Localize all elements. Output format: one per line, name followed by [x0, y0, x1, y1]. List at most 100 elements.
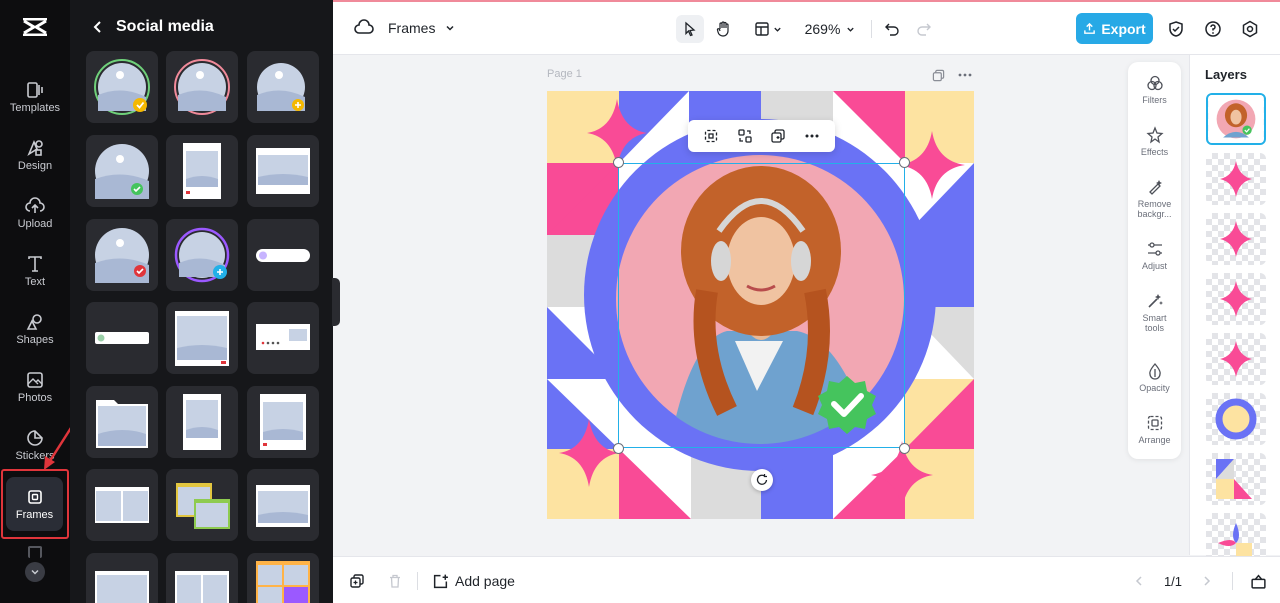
panel-header: Social media: [90, 18, 214, 36]
select-tool-button[interactable]: [676, 15, 704, 43]
tool-arrange[interactable]: Arrange: [1128, 414, 1181, 445]
frame-thumbnail[interactable]: [166, 469, 238, 541]
rail-item-upload[interactable]: Upload: [0, 196, 70, 252]
resize-handle[interactable]: [899, 157, 910, 168]
frame-thumbnail[interactable]: [86, 553, 158, 603]
resize-handle[interactable]: [899, 443, 910, 454]
layer-item-ring[interactable]: [1206, 393, 1266, 445]
page-label: Page 1: [547, 68, 582, 80]
add-page-icon: [433, 574, 448, 588]
frame-thumbnail[interactable]: [86, 135, 158, 207]
rail-item-design[interactable]: Design: [0, 138, 70, 194]
frame-thumbnail[interactable]: [166, 302, 238, 374]
layer-item-star[interactable]: [1206, 333, 1266, 385]
bottom-bar: Add page 1/1: [333, 556, 1280, 603]
rail-item-shapes[interactable]: Shapes: [0, 312, 70, 368]
duplicate-page-button[interactable]: [347, 571, 367, 591]
rail-item-label: Text: [24, 276, 46, 288]
frame-thumbnail[interactable]: [247, 553, 319, 603]
chevron-down-icon: [31, 569, 39, 575]
frame-thumbnail[interactable]: [166, 386, 238, 458]
back-arrow-icon[interactable]: [90, 19, 106, 35]
frame-thumbnail[interactable]: [166, 219, 238, 291]
frame-thumbnail[interactable]: [247, 302, 319, 374]
rail-item-label: Design: [17, 160, 53, 172]
frame-thumbnail[interactable]: [86, 302, 158, 374]
tool-opacity[interactable]: Opacity: [1128, 362, 1181, 393]
delete-page-button[interactable]: [385, 571, 405, 591]
photos-icon: [27, 372, 43, 388]
chevron-right-icon: [1204, 576, 1211, 586]
layer-item-star[interactable]: [1206, 273, 1266, 325]
frame-thumbnail[interactable]: [247, 469, 319, 541]
project-name: Frames: [388, 20, 436, 36]
replace-icon[interactable]: [737, 128, 753, 144]
frame-thumbnail[interactable]: [247, 51, 319, 123]
next-page-button[interactable]: [1197, 571, 1217, 591]
page-manager-button[interactable]: [1247, 570, 1269, 592]
frame-thumbnail[interactable]: [247, 386, 319, 458]
crop-icon[interactable]: [703, 128, 719, 144]
tool-filters[interactable]: Filters: [1128, 74, 1181, 105]
floating-toolbar: [688, 120, 835, 152]
redo-button[interactable]: [910, 15, 938, 43]
layout-dropdown[interactable]: [750, 15, 786, 43]
cloud-save-icon[interactable]: [353, 17, 375, 39]
page-indicator: 1/1: [1163, 573, 1183, 589]
rail-item-more-partial: [28, 546, 42, 558]
tool-smart-tools[interactable]: Smart tools: [1128, 292, 1181, 333]
layer-item-star[interactable]: [1206, 153, 1266, 205]
frame-thumbnail[interactable]: [86, 219, 158, 291]
rail-item-photos[interactable]: Photos: [0, 370, 70, 426]
frame-thumbnail[interactable]: [86, 386, 158, 458]
duplicate-page-button[interactable]: [930, 67, 946, 83]
layer-item-background[interactable]: [1206, 453, 1266, 505]
adjust-icon: [1147, 242, 1162, 256]
export-button[interactable]: Export: [1076, 13, 1153, 44]
add-page-button[interactable]: Add page: [432, 569, 515, 593]
rail-item-text[interactable]: Text: [0, 254, 70, 310]
rail-item-templates[interactable]: Templates: [0, 80, 70, 136]
hand-tool-button[interactable]: [710, 15, 738, 43]
undo-button[interactable]: [878, 15, 906, 43]
resize-handle[interactable]: [613, 157, 624, 168]
frame-thumbnail[interactable]: [86, 469, 158, 541]
help-button[interactable]: [1201, 17, 1225, 41]
page-more-button[interactable]: [956, 67, 974, 83]
frame-thumbnail[interactable]: [247, 135, 319, 207]
tool-label: Smart tools: [1142, 313, 1167, 333]
design-artboard[interactable]: [547, 91, 974, 519]
layer-item-photo[interactable]: [1206, 93, 1266, 145]
prev-page-button[interactable]: [1129, 571, 1149, 591]
zoom-level: 269%: [804, 21, 841, 37]
resize-handle[interactable]: [613, 443, 624, 454]
layer-item-star[interactable]: [1206, 213, 1266, 265]
more-icon[interactable]: [804, 128, 820, 144]
copy-icon[interactable]: [770, 128, 786, 144]
settings-button[interactable]: [1238, 17, 1262, 41]
zoom-dropdown[interactable]: 269%: [800, 15, 860, 43]
frame-thumbnail[interactable]: [86, 51, 158, 123]
arrange-icon: [1147, 415, 1162, 431]
rotate-icon: [756, 474, 768, 485]
tool-remove-background[interactable]: Remove backgr...: [1128, 178, 1181, 219]
smart-tools-icon: [1147, 294, 1163, 308]
rail-scroll-down-button[interactable]: [25, 562, 45, 582]
panel-title: Social media: [116, 18, 214, 35]
capcut-logo[interactable]: [22, 16, 48, 38]
more-icon: [958, 73, 972, 77]
frame-thumbnail[interactable]: [247, 219, 319, 291]
tool-adjust[interactable]: Adjust: [1128, 240, 1181, 271]
frame-thumbnail[interactable]: [166, 553, 238, 603]
tool-label: Arrange: [1138, 435, 1171, 445]
tool-effects[interactable]: Effects: [1128, 126, 1181, 157]
shield-icon: [1169, 21, 1183, 37]
chevron-down-icon: [774, 27, 781, 32]
rotate-handle[interactable]: [751, 469, 773, 491]
panel-collapse-handle[interactable]: [332, 278, 340, 326]
project-name-dropdown[interactable]: Frames: [388, 18, 455, 38]
frame-thumbnail[interactable]: [166, 135, 238, 207]
frame-thumbnail[interactable]: [166, 51, 238, 123]
hand-icon: [716, 21, 729, 37]
shield-button[interactable]: [1164, 17, 1188, 41]
